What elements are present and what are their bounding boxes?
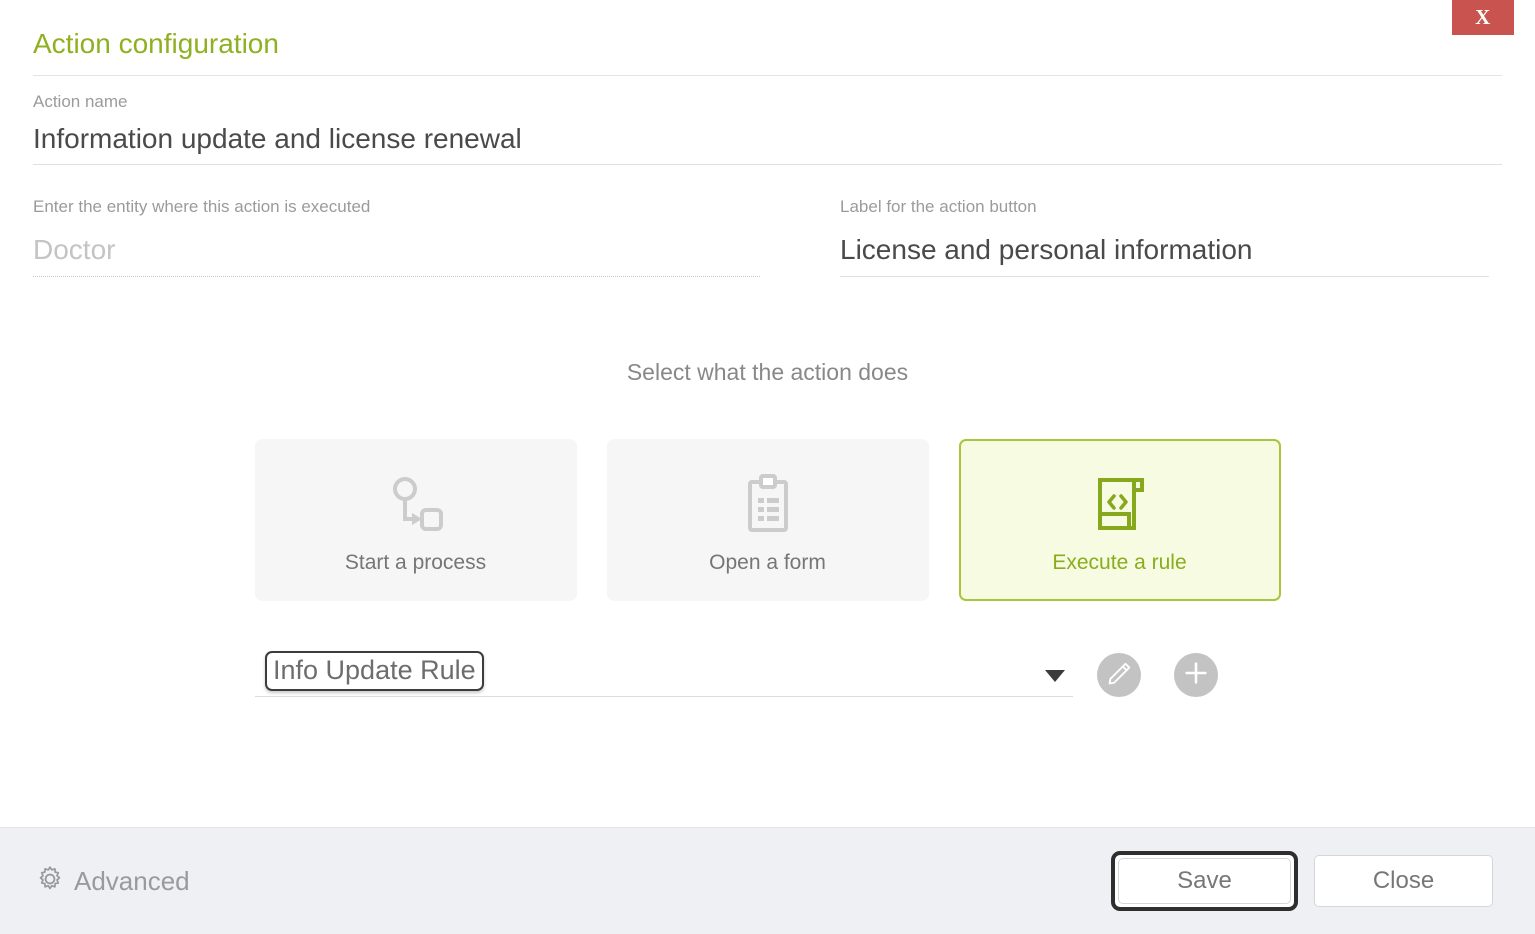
button-label-field: Label for the action button License and … bbox=[840, 198, 1489, 277]
entity-and-label-row: Enter the entity where this action is ex… bbox=[33, 198, 1502, 277]
card-execute-a-rule[interactable]: Execute a rule bbox=[958, 439, 1281, 601]
card-start-a-process[interactable]: Start a process bbox=[254, 439, 577, 601]
entity-label: Enter the entity where this action is ex… bbox=[33, 197, 371, 216]
gear-icon bbox=[36, 865, 64, 898]
process-flow-icon bbox=[384, 468, 448, 540]
advanced-label: Advanced bbox=[74, 866, 190, 896]
clipboard-icon bbox=[736, 468, 800, 540]
close-button[interactable]: Close bbox=[1314, 855, 1493, 907]
save-button[interactable]: Save bbox=[1118, 858, 1291, 904]
rule-select-value[interactable]: Info Update Rule bbox=[265, 651, 484, 692]
rule-select[interactable]: Info Update Rule bbox=[255, 651, 1073, 697]
action-name-label: Action name bbox=[33, 92, 128, 111]
button-label-label: Label for the action button bbox=[840, 197, 1037, 216]
selector-heading: Select what the action does bbox=[626, 359, 909, 385]
action-name-field: Action name Information update and licen… bbox=[33, 93, 1502, 165]
action-configuration-dialog: X Action configuration Action name Infor… bbox=[0, 0, 1535, 934]
entity-input[interactable]: Doctor bbox=[33, 236, 760, 276]
save-button-focus-ring: Save bbox=[1111, 851, 1298, 911]
action-name-input[interactable]: Information update and license renewal bbox=[33, 125, 1502, 164]
button-label-input[interactable]: License and personal information bbox=[840, 236, 1489, 276]
card-label: Open a form bbox=[709, 550, 826, 574]
card-open-a-form[interactable]: Open a form bbox=[606, 439, 929, 601]
action-name-underline bbox=[33, 164, 1502, 165]
title-divider bbox=[33, 75, 1502, 76]
card-label: Start a process bbox=[344, 550, 487, 574]
pencil-icon bbox=[1106, 660, 1132, 691]
code-document-icon bbox=[1088, 468, 1152, 540]
dialog-footer: Advanced Save Close bbox=[0, 827, 1535, 934]
advanced-button[interactable]: Advanced bbox=[36, 865, 190, 898]
add-rule-button[interactable] bbox=[1174, 653, 1218, 697]
edit-rule-button[interactable] bbox=[1097, 653, 1141, 697]
entity-underline bbox=[33, 276, 760, 277]
card-label: Execute a rule bbox=[1052, 550, 1187, 574]
button-label-underline bbox=[840, 276, 1489, 277]
entity-field: Enter the entity where this action is ex… bbox=[33, 198, 760, 277]
plus-icon bbox=[1182, 659, 1210, 692]
chevron-down-icon[interactable] bbox=[1045, 670, 1065, 682]
page-title: Action configuration bbox=[33, 28, 279, 59]
rule-selector-row: Info Update Rule bbox=[33, 651, 1502, 697]
action-type-cards: Start a process Open a form Execute a ru… bbox=[33, 439, 1502, 601]
dialog-body: Action configuration Action name Informa… bbox=[0, 0, 1535, 827]
